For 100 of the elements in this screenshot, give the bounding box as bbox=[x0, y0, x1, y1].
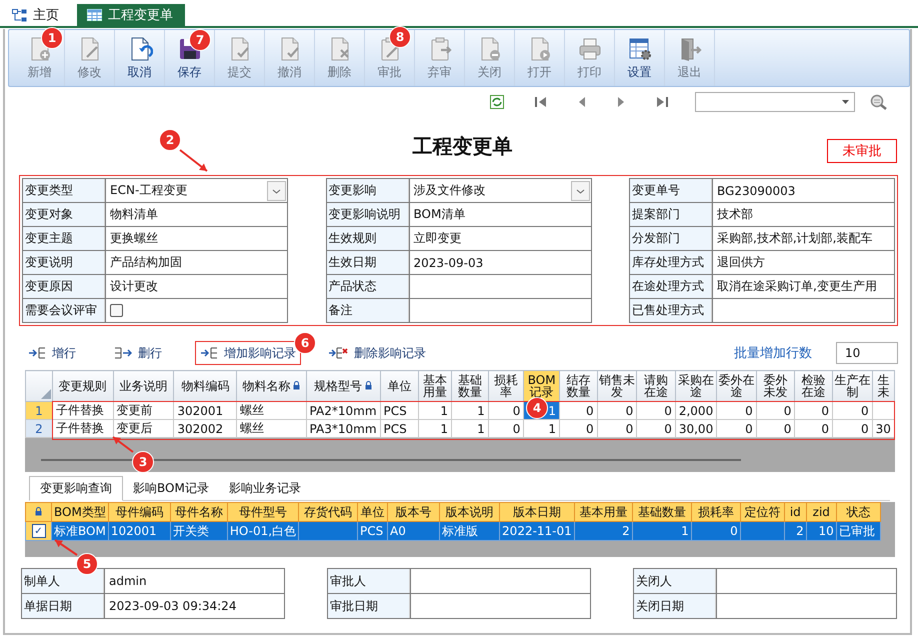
grid-toolbar-button[interactable]: 删除影响记录 bbox=[323, 341, 431, 365]
checkbox[interactable] bbox=[32, 524, 46, 538]
column-header[interactable]: 物料编码 bbox=[174, 370, 237, 402]
text-field[interactable]: 采购部,技术部,计划部,装配车 bbox=[712, 227, 894, 250]
column-header[interactable]: 基本用量 bbox=[418, 370, 452, 402]
first-page-icon[interactable] bbox=[535, 96, 547, 108]
column-header[interactable]: 规格型号 bbox=[306, 370, 380, 402]
search-icon[interactable] bbox=[870, 94, 888, 110]
detail-tab[interactable]: 影响业务记录 bbox=[218, 477, 311, 500]
toolbar-button[interactable]: 设置 bbox=[615, 30, 665, 86]
column-header[interactable]: 基础数量 bbox=[452, 370, 488, 402]
field-label: 分发部门 bbox=[630, 227, 712, 250]
table-cell: HO-01,白色 bbox=[227, 522, 299, 540]
column-header[interactable]: 采购在途 bbox=[675, 370, 717, 402]
column-header[interactable]: zid bbox=[806, 502, 836, 522]
column-header[interactable]: 存货代码 bbox=[298, 502, 358, 522]
checkbox[interactable] bbox=[110, 304, 123, 317]
column-header[interactable]: 物料名称 bbox=[236, 370, 306, 402]
table-cell: PA2*10mm bbox=[306, 402, 380, 420]
dropdown-button-icon[interactable] bbox=[267, 180, 286, 200]
table-cell: PCS bbox=[380, 402, 419, 420]
batch-rows-label: 批量增加行数 bbox=[734, 345, 812, 362]
field-label: 在途处理方式 bbox=[630, 275, 712, 298]
column-header[interactable]: BOM类型 bbox=[52, 502, 108, 522]
column-header[interactable]: 检验在途 bbox=[794, 370, 833, 402]
text-field[interactable]: BOM清单 bbox=[408, 203, 590, 226]
row-number[interactable]: 2 bbox=[26, 420, 52, 438]
text-field[interactable]: 取消在途采购订单,变更生产用 bbox=[712, 275, 894, 298]
table-cell: 0 bbox=[832, 402, 872, 420]
search-combobox[interactable] bbox=[695, 92, 855, 112]
table-cell: 302002 bbox=[174, 420, 237, 438]
text-field[interactable]: 产品结构加固 bbox=[105, 251, 287, 274]
dropdown-button-icon[interactable] bbox=[570, 180, 590, 200]
table-cell: 2,000 bbox=[675, 402, 717, 420]
column-header[interactable]: 版本说明 bbox=[440, 502, 500, 522]
row-number[interactable]: 1 bbox=[26, 402, 52, 420]
page-tab[interactable]: 工程变更单 bbox=[77, 4, 185, 26]
delete-row-icon bbox=[114, 347, 132, 359]
text-field[interactable]: admin bbox=[104, 569, 284, 593]
column-header[interactable]: 销售未发 bbox=[597, 370, 637, 402]
column-header[interactable]: 单位 bbox=[358, 502, 388, 522]
column-header[interactable]: 损耗率 bbox=[691, 502, 740, 522]
select-field[interactable]: ECN-工程变更 bbox=[105, 179, 287, 202]
page-tab[interactable]: 主页 bbox=[10, 4, 69, 26]
table-cell: 102001 bbox=[108, 522, 170, 540]
column-header[interactable]: 版本日期 bbox=[500, 502, 574, 522]
column-header[interactable]: BOM记录 bbox=[524, 370, 560, 402]
batch-rows-field[interactable]: 10 bbox=[836, 342, 898, 364]
next-page-icon[interactable] bbox=[617, 96, 625, 108]
toolbar-button[interactable]: 取消 bbox=[115, 30, 165, 86]
table-cell: 2022-11-01 bbox=[500, 522, 574, 540]
grid-toolbar-button[interactable]: 删行 bbox=[109, 341, 167, 365]
text-field[interactable]: 设计更改 bbox=[105, 275, 287, 298]
column-header[interactable]: 状态 bbox=[836, 502, 880, 522]
text-field[interactable]: 2023-09-03 09:34:24 bbox=[104, 594, 284, 618]
column-header[interactable]: 基本用量 bbox=[574, 502, 632, 522]
column-header[interactable]: 单位 bbox=[380, 370, 419, 402]
table-cell bbox=[298, 522, 358, 540]
table-cell: 0 bbox=[832, 420, 872, 438]
text-field[interactable]: BG23090003 bbox=[712, 179, 894, 202]
column-header[interactable]: 业务说明 bbox=[113, 370, 174, 402]
detail-tab[interactable]: 变更影响查询 bbox=[29, 476, 123, 501]
table-cell: 子件替换 bbox=[52, 420, 114, 438]
column-header[interactable]: 生产在制 bbox=[832, 370, 872, 402]
scrollbar[interactable] bbox=[41, 459, 741, 461]
column-header[interactable]: id bbox=[784, 502, 806, 522]
column-header[interactable]: 版本号 bbox=[388, 502, 440, 522]
column-header[interactable]: 基础数量 bbox=[632, 502, 692, 522]
column-header[interactable]: 母件型号 bbox=[227, 502, 299, 522]
column-header[interactable]: 损耗率 bbox=[488, 370, 524, 402]
select-field[interactable]: 涉及文件修改 bbox=[408, 179, 590, 202]
text-field[interactable]: 技术部 bbox=[712, 203, 894, 226]
column-header[interactable]: 母件编码 bbox=[108, 502, 170, 522]
table-cell: 302001 bbox=[174, 402, 237, 420]
column-header[interactable]: 请购在途 bbox=[636, 370, 676, 402]
table-cell: 标准版 bbox=[440, 522, 500, 540]
grid-toolbar-button[interactable]: 增行 bbox=[23, 341, 81, 365]
text-field[interactable]: 物料清单 bbox=[105, 203, 287, 226]
last-page-icon[interactable] bbox=[656, 96, 668, 108]
column-header[interactable]: 生未 bbox=[872, 370, 894, 402]
column-header[interactable]: 结存数量 bbox=[560, 370, 598, 402]
text-field[interactable]: 退回供方 bbox=[712, 251, 894, 274]
table-cell: 0 bbox=[756, 420, 795, 438]
field-label: 生效规则 bbox=[326, 227, 408, 250]
text-field[interactable]: 更换螺丝 bbox=[105, 227, 287, 250]
column-header[interactable]: 定位符 bbox=[740, 502, 784, 522]
text-field[interactable]: 立即变更 bbox=[408, 227, 590, 250]
column-header[interactable]: 母件名称 bbox=[170, 502, 228, 522]
previous-page-icon[interactable] bbox=[578, 96, 586, 108]
text-field[interactable]: 2023-09-03 bbox=[408, 251, 590, 274]
grid-toolbar-button[interactable]: 增加影响记录 bbox=[195, 341, 301, 365]
field-label: 产品状态 bbox=[326, 275, 408, 298]
column-header[interactable]: 委外未发 bbox=[756, 370, 795, 402]
column-header[interactable]: 变更规则 bbox=[52, 370, 114, 402]
field-label: 变更主题 bbox=[23, 227, 105, 250]
lock-icon bbox=[35, 507, 42, 516]
detail-tab[interactable]: 影响BOM记录 bbox=[123, 477, 219, 500]
refresh-icon[interactable] bbox=[490, 95, 504, 109]
field-label: 变更说明 bbox=[23, 251, 105, 274]
column-header[interactable]: 委外在途 bbox=[716, 370, 756, 402]
